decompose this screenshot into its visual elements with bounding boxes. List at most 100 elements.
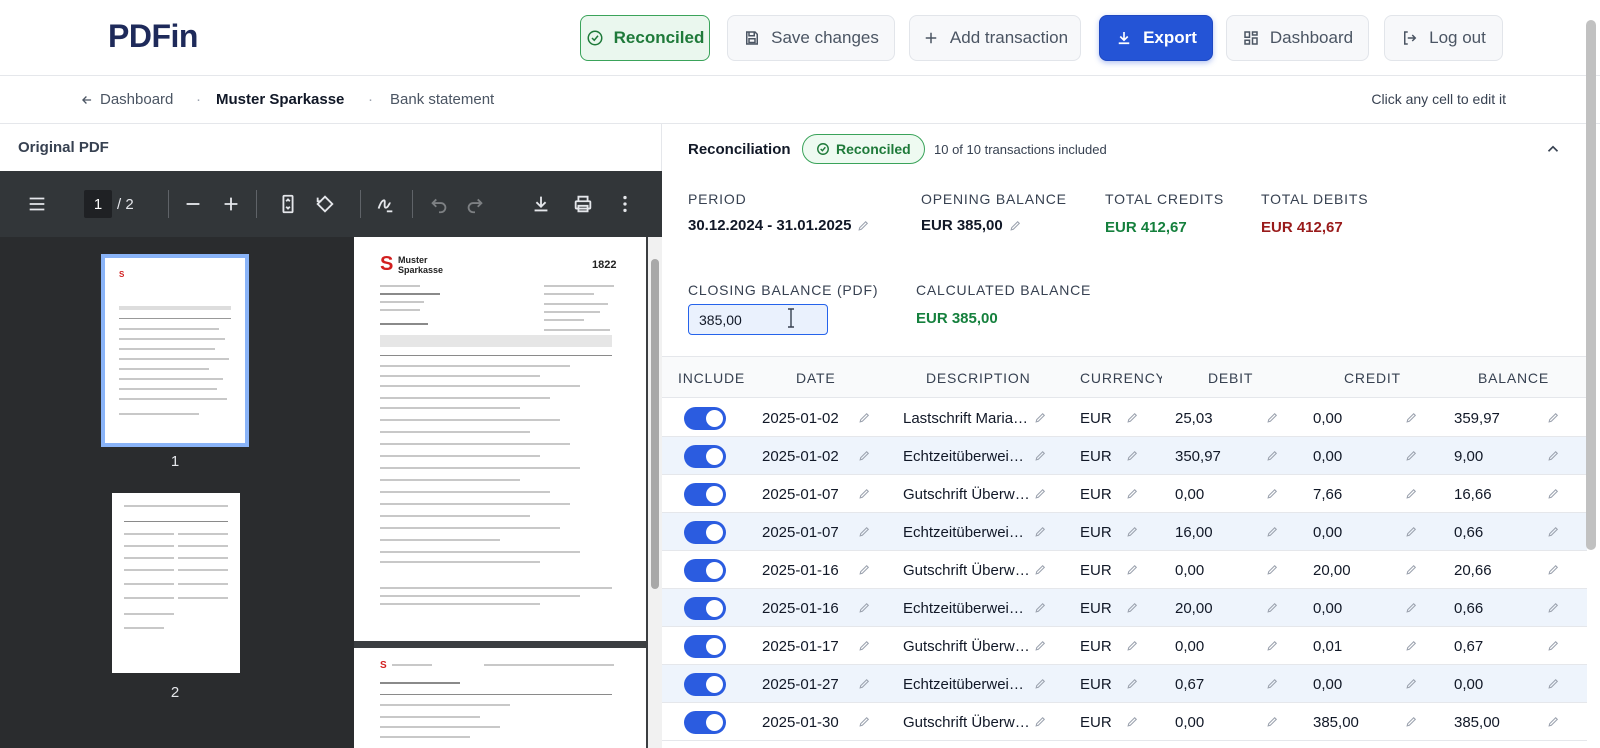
pencil-icon[interactable] [1266, 715, 1279, 728]
period-value[interactable]: 30.12.2024 - 31.01.2025 [688, 217, 870, 234]
cell-currency[interactable]: EUR [1080, 486, 1112, 503]
include-toggle[interactable] [684, 483, 726, 506]
cell-balance[interactable]: 16,66 [1454, 486, 1492, 503]
zoom-in-icon[interactable] [220, 191, 242, 217]
pencil-icon[interactable] [1034, 449, 1047, 462]
more-vert-icon[interactable] [614, 191, 636, 217]
cell-description[interactable]: Gutschrift Überw… [903, 486, 1031, 503]
rotate-icon[interactable] [314, 191, 336, 217]
pencil-icon[interactable] [1034, 411, 1047, 424]
pencil-icon[interactable] [1034, 601, 1047, 614]
pencil-icon[interactable] [858, 525, 871, 538]
pencil-icon[interactable] [1034, 525, 1047, 538]
cell-balance[interactable]: 20,66 [1454, 562, 1492, 579]
pdfin-logo[interactable]: PDFin [108, 18, 198, 55]
cell-balance[interactable]: 0,66 [1454, 524, 1483, 541]
cell-currency[interactable]: EUR [1080, 638, 1112, 655]
chevron-up-icon[interactable] [1544, 140, 1562, 158]
pencil-icon[interactable] [1126, 487, 1139, 500]
include-toggle[interactable] [684, 445, 726, 468]
opening-balance-value[interactable]: EUR 385,00 [921, 217, 1022, 234]
pencil-icon[interactable] [858, 639, 871, 652]
pencil-icon[interactable] [858, 715, 871, 728]
pencil-icon[interactable] [1034, 563, 1047, 576]
cell-description[interactable]: Echtzeitüberwei… [903, 676, 1031, 693]
cell-description[interactable]: Lastschrift Maria… [903, 410, 1031, 427]
cell-description[interactable]: Gutschrift Überw… [903, 562, 1031, 579]
breadcrumb-bank[interactable]: Muster Sparkasse [216, 91, 344, 108]
pencil-icon[interactable] [1547, 411, 1560, 424]
include-toggle[interactable] [684, 521, 726, 544]
cell-date[interactable]: 2025-01-17 [762, 638, 839, 655]
pencil-icon[interactable] [1034, 487, 1047, 500]
cell-debit[interactable]: 16,00 [1175, 524, 1213, 541]
column-header-debit[interactable]: DEBIT [1208, 370, 1253, 386]
cell-balance[interactable]: 9,00 [1454, 448, 1483, 465]
pencil-icon[interactable] [1547, 677, 1560, 690]
table-row[interactable]: 2025-01-27 Echtzeitüberwei… EUR 0,67 0,00 0,0… [662, 665, 1587, 703]
cell-debit[interactable]: 20,00 [1175, 600, 1213, 617]
cell-date[interactable]: 2025-01-02 [762, 448, 839, 465]
pencil-icon[interactable] [1405, 677, 1418, 690]
closing-balance-input[interactable] [688, 304, 828, 335]
pencil-icon[interactable] [1405, 525, 1418, 538]
pencil-icon[interactable] [1126, 715, 1139, 728]
cell-balance[interactable]: 0,00 [1454, 676, 1483, 693]
cell-debit[interactable]: 25,03 [1175, 410, 1213, 427]
zoom-out-icon[interactable] [182, 191, 204, 217]
table-row[interactable]: 2025-01-02 Lastschrift Maria… EUR 25,03 0,00… [662, 399, 1587, 437]
cell-credit[interactable]: 20,00 [1313, 562, 1351, 579]
cell-currency[interactable]: EUR [1080, 524, 1112, 541]
cell-credit[interactable]: 0,00 [1313, 600, 1342, 617]
column-header-currency[interactable]: CURRENCY [1080, 370, 1162, 386]
cell-debit[interactable]: 0,00 [1175, 638, 1204, 655]
cell-credit[interactable]: 385,00 [1313, 714, 1359, 731]
reconciled-status-button[interactable]: Reconciled [580, 15, 710, 61]
cell-balance[interactable]: 359,97 [1454, 410, 1500, 427]
undo-icon[interactable] [428, 191, 450, 217]
table-row[interactable]: 2025-01-02 Echtzeitüberwei… EUR 350,97 0,00 9… [662, 437, 1587, 475]
table-row[interactable]: 2025-01-17 Gutschrift Überw… EUR 0,00 0,01 0,… [662, 627, 1587, 665]
print-icon[interactable] [572, 191, 594, 217]
menu-icon[interactable] [26, 191, 48, 217]
cell-date[interactable]: 2025-01-27 [762, 676, 839, 693]
logout-button[interactable]: Log out [1384, 15, 1503, 61]
include-toggle[interactable] [684, 597, 726, 620]
pencil-icon[interactable] [858, 677, 871, 690]
page-thumbnail-1[interactable]: S [101, 254, 249, 447]
cell-date[interactable]: 2025-01-02 [762, 410, 839, 427]
pencil-icon[interactable] [1405, 563, 1418, 576]
pencil-icon[interactable] [858, 487, 871, 500]
cell-date[interactable]: 2025-01-07 [762, 486, 839, 503]
pencil-icon[interactable] [1547, 525, 1560, 538]
cell-debit[interactable]: 350,97 [1175, 448, 1221, 465]
pencil-icon[interactable] [1547, 563, 1560, 576]
include-toggle[interactable] [684, 407, 726, 430]
cell-date[interactable]: 2025-01-30 [762, 714, 839, 731]
pencil-icon[interactable] [1266, 639, 1279, 652]
cell-debit[interactable]: 0,00 [1175, 714, 1204, 731]
table-row[interactable]: 2025-01-07 Echtzeitüberwei… EUR 16,00 0,00 0,… [662, 513, 1587, 551]
cell-credit[interactable]: 0,01 [1313, 638, 1342, 655]
cell-currency[interactable]: EUR [1080, 410, 1112, 427]
cell-description[interactable]: Gutschrift Überw… [903, 638, 1031, 655]
table-row[interactable]: 2025-01-07 Gutschrift Überw… EUR 0,00 7,66 16… [662, 475, 1587, 513]
cell-balance[interactable]: 0,66 [1454, 600, 1483, 617]
pencil-icon[interactable] [1126, 525, 1139, 538]
cell-credit[interactable]: 0,00 [1313, 676, 1342, 693]
pencil-icon[interactable] [1126, 563, 1139, 576]
page-scrollbar-thumb[interactable] [1586, 20, 1596, 550]
cell-date[interactable]: 2025-01-16 [762, 562, 839, 579]
cell-balance[interactable]: 385,00 [1454, 714, 1500, 731]
include-toggle[interactable] [684, 635, 726, 658]
cell-credit[interactable]: 7,66 [1313, 486, 1342, 503]
pencil-icon[interactable] [1126, 411, 1139, 424]
cell-date[interactable]: 2025-01-16 [762, 600, 839, 617]
pencil-icon[interactable] [1405, 411, 1418, 424]
column-header-description[interactable]: DESCRIPTION [926, 370, 1030, 386]
table-row[interactable]: 2025-01-30 Gutschrift Überw… EUR 0,00 385,00… [662, 703, 1587, 741]
column-header-include[interactable]: INCLUDE [678, 370, 745, 386]
pencil-icon[interactable] [1266, 601, 1279, 614]
pdf-scrollbar-thumb[interactable] [651, 259, 659, 589]
pencil-icon[interactable] [1126, 639, 1139, 652]
